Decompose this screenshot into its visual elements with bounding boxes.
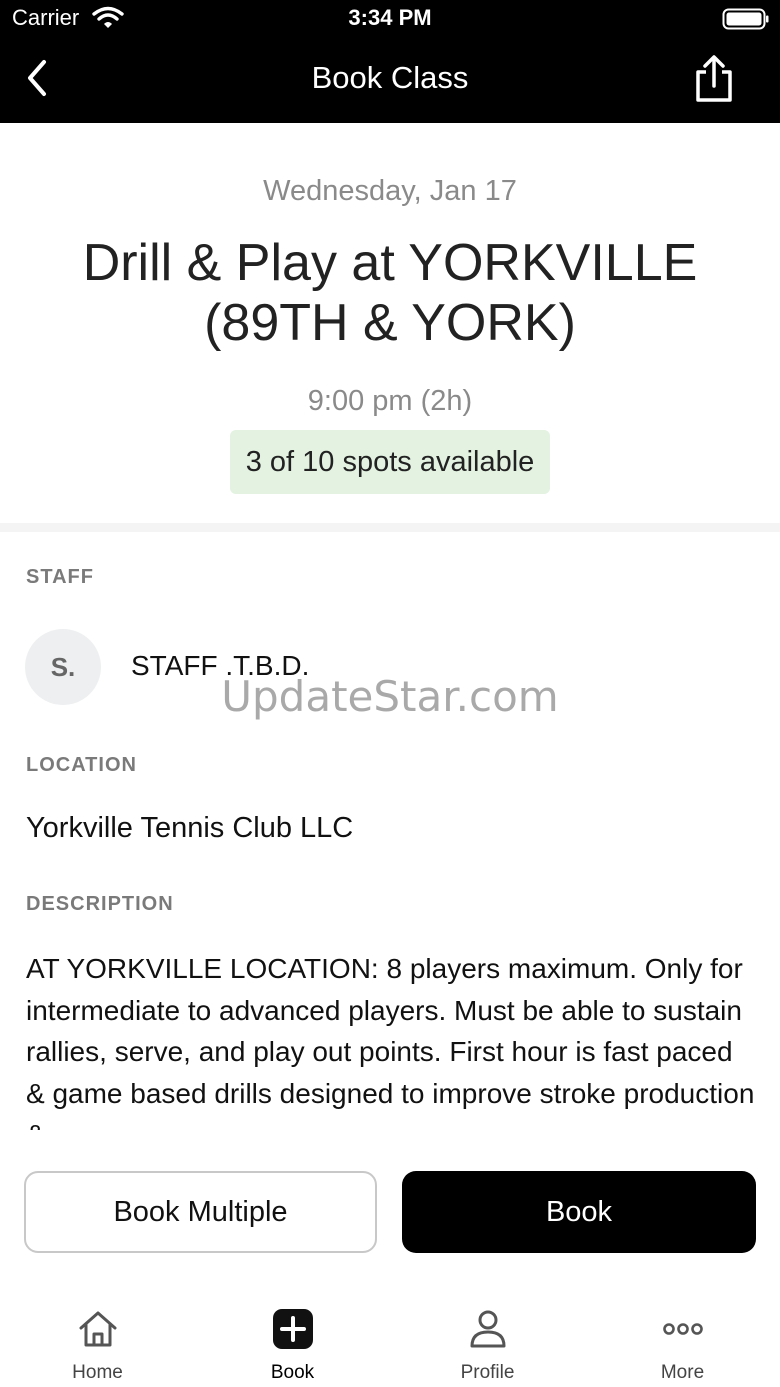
plus-icon [273, 1309, 313, 1349]
book-button[interactable]: Book [402, 1171, 756, 1253]
nav-bar: Book Class [0, 40, 780, 123]
status-time: 3:34 PM [348, 5, 432, 30]
tab-profile-label: Profile [460, 1362, 515, 1383]
person-icon [470, 1310, 506, 1348]
description-text: AT YORKVILLE LOCATION: 8 players maximum… [26, 953, 755, 1130]
tab-home-label: Home [72, 1362, 123, 1383]
book-multiple-button[interactable]: Book Multiple [24, 1171, 377, 1253]
location-section-label: LOCATION [26, 754, 137, 776]
share-icon [696, 55, 732, 102]
spots-badge: 3 of 10 spots available [230, 430, 550, 494]
tab-more[interactable]: More [585, 1290, 780, 1387]
class-header: Wednesday, Jan 17 Drill & Play at YORKVI… [0, 123, 780, 523]
battery-icon [722, 8, 769, 30]
class-date: Wednesday, Jan 17 [263, 175, 517, 207]
tab-more-label: More [660, 1362, 705, 1383]
status-bar: Carrier 3:34 PM [0, 0, 780, 40]
tab-profile[interactable]: Profile [390, 1290, 585, 1387]
staff-section-label: STAFF [26, 566, 94, 588]
section-divider [0, 523, 780, 532]
watermark: UpdateStar.com [221, 672, 559, 721]
class-title: Drill & Play at YORKVILLE (89TH & YORK) [82, 234, 698, 352]
location-name[interactable]: Yorkville Tennis Club LLC [26, 812, 353, 845]
tab-book-label: Book [270, 1362, 315, 1383]
description-section-label: DESCRIPTION [26, 893, 174, 915]
more-icon [663, 1323, 703, 1335]
home-icon [79, 1311, 117, 1347]
description-container[interactable]: AT YORKVILLE LOCATION: 8 players maximum… [26, 948, 756, 1130]
share-button[interactable] [690, 54, 738, 104]
page-title: Book Class [311, 60, 469, 95]
tab-book[interactable]: Book [195, 1290, 390, 1387]
tab-bar: Home Book Profile More [0, 1290, 780, 1387]
tab-home[interactable]: Home [0, 1290, 195, 1387]
class-time: 9:00 pm (2h) [307, 385, 473, 417]
